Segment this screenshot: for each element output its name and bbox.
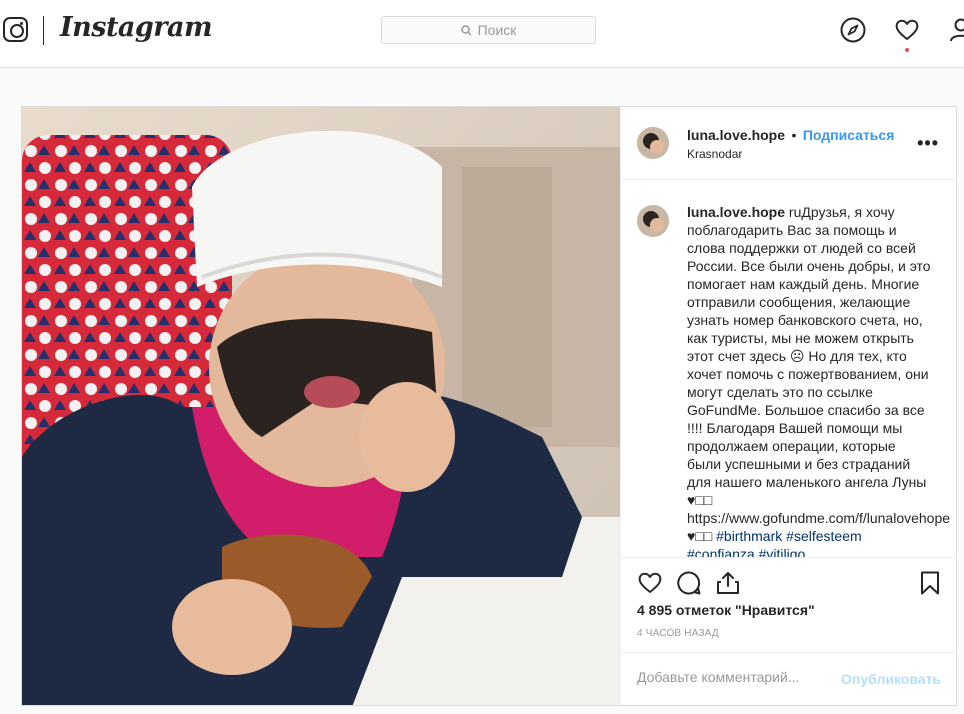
author-line: luna.love.hope • Подписаться bbox=[687, 127, 894, 145]
share-icon[interactable] bbox=[715, 570, 741, 596]
search-input[interactable]: Поиск bbox=[381, 16, 596, 44]
hashtag-link[interactable]: #birthmark bbox=[716, 528, 782, 544]
logo-divider bbox=[43, 16, 44, 45]
instagram-camera-icon[interactable] bbox=[3, 17, 28, 42]
comment-bubble-icon[interactable] bbox=[676, 570, 702, 596]
post-card: luna.love.hope • Подписаться Krasnodar •… bbox=[21, 106, 957, 706]
baby-photo-illustration bbox=[22, 107, 620, 705]
profile-user-icon[interactable] bbox=[948, 17, 964, 43]
post-caption: luna.love.hope ruДрузья, я хочу поблагод… bbox=[687, 203, 950, 557]
save-bookmark-icon[interactable] bbox=[917, 570, 943, 596]
instagram-wordmark[interactable]: Instagram bbox=[60, 12, 213, 43]
comments-area[interactable]: luna.love.hope ruДрузья, я хочу поблагод… bbox=[621, 181, 957, 557]
post-actions: 4 895 отметок "Нравится" 4 часов назад О… bbox=[621, 557, 957, 705]
activity-heart-icon[interactable] bbox=[894, 17, 920, 43]
follow-button[interactable]: Подписаться bbox=[803, 127, 895, 143]
add-comment-form: Опубликовать bbox=[621, 652, 957, 706]
separator-dot: • bbox=[791, 127, 797, 143]
top-navigation-bar: Instagram Поиск bbox=[0, 0, 964, 68]
caption-username[interactable]: luna.love.hope bbox=[687, 204, 785, 220]
comment-input[interactable] bbox=[637, 669, 837, 685]
caption-text: ruДрузья, я хочу поблагодарить Вас за по… bbox=[687, 204, 951, 544]
hashtag-link[interactable]: #confianza bbox=[687, 546, 755, 557]
post-details-panel: luna.love.hope • Подписаться Krasnodar •… bbox=[620, 107, 957, 705]
likes-count[interactable]: 4 895 отметок "Нравится" bbox=[637, 602, 815, 618]
hashtag-link[interactable]: #vitiligo bbox=[759, 546, 806, 557]
like-heart-icon[interactable] bbox=[637, 570, 663, 596]
post-timestamp[interactable]: 4 часов назад bbox=[637, 628, 719, 639]
more-options-icon[interactable]: ••• bbox=[917, 133, 939, 154]
explore-compass-icon[interactable] bbox=[840, 17, 866, 43]
author-avatar[interactable] bbox=[637, 127, 669, 159]
publish-button[interactable]: Опубликовать bbox=[841, 671, 941, 687]
author-username[interactable]: luna.love.hope bbox=[687, 127, 785, 143]
caption-avatar[interactable] bbox=[637, 205, 669, 237]
search-icon bbox=[460, 24, 472, 36]
hashtag-link[interactable]: #selfesteem bbox=[786, 528, 861, 544]
notification-dot bbox=[905, 48, 909, 52]
post-header: luna.love.hope • Подписаться Krasnodar •… bbox=[621, 107, 957, 180]
post-location[interactable]: Krasnodar bbox=[687, 147, 742, 161]
search-placeholder: Поиск bbox=[477, 22, 517, 38]
post-photo[interactable] bbox=[22, 107, 620, 705]
